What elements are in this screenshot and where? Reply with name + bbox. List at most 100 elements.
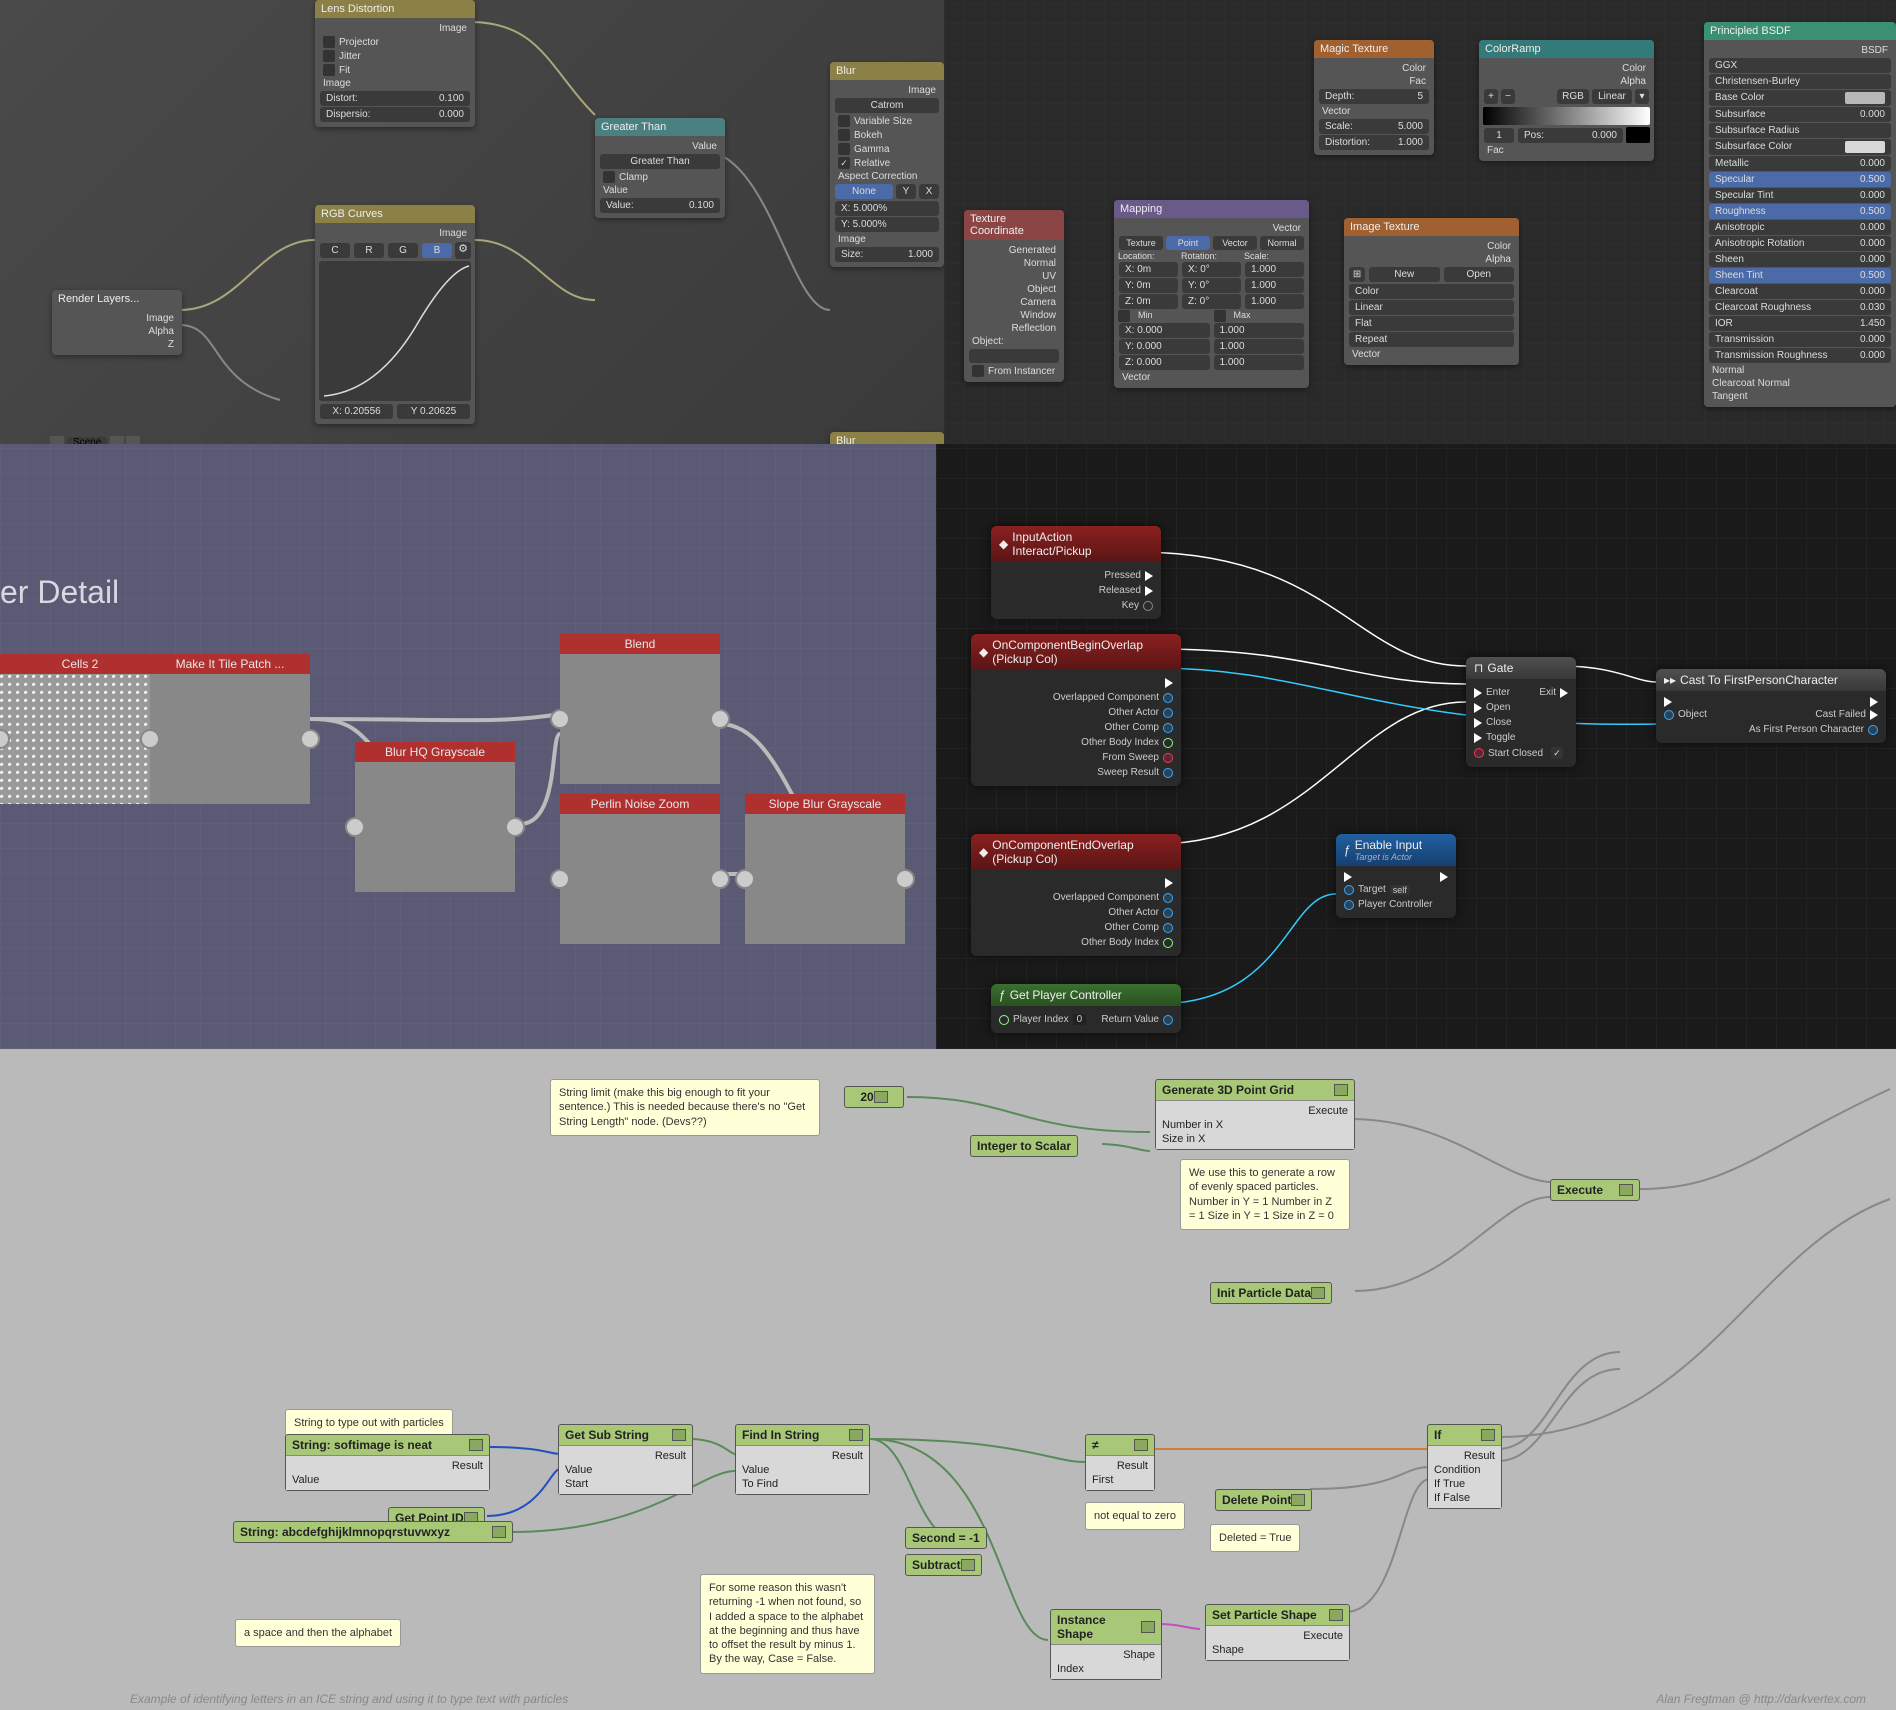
node-not-equal[interactable]: ≠ Result First <box>1085 1434 1155 1491</box>
color-ramp-gradient[interactable] <box>1483 107 1650 125</box>
principled-subsurface[interactable]: Subsurface0.000 <box>1709 107 1891 122</box>
principled-metallic[interactable]: Metallic0.000 <box>1709 156 1891 171</box>
principled-anisotropic[interactable]: Anisotropic0.000 <box>1709 220 1891 235</box>
principled-subsurface-radius[interactable]: Subsurface Radius <box>1709 123 1891 138</box>
dispersion-field[interactable]: Dispersio:0.000 <box>320 107 470 122</box>
curve-x[interactable]: X: 0.20556 <box>320 404 393 419</box>
substance-node-cells[interactable]: Cells 2 <box>0 654 160 804</box>
node-end-overlap[interactable]: ◆OnComponentEndOverlap (Pickup Col) Over… <box>971 834 1181 956</box>
output-port[interactable] <box>895 869 915 889</box>
blur-y[interactable]: Y: 5.000% <box>835 217 939 232</box>
principled-specular-tint[interactable]: Specular Tint0.000 <box>1709 188 1891 203</box>
principled-clearcoat[interactable]: Clearcoat0.000 <box>1709 284 1891 299</box>
node-constant-20[interactable]: 20 <box>844 1086 904 1108</box>
principled-transmission[interactable]: Transmission0.000 <box>1709 332 1891 347</box>
aspect-none[interactable]: None <box>835 184 893 199</box>
curve-tab-c[interactable]: C <box>320 243 350 258</box>
principled-specular[interactable]: Specular0.500 <box>1709 172 1891 187</box>
node-color-ramp[interactable]: ColorRamp Color Alpha + − RGB Linear ▾ 1… <box>1479 40 1654 161</box>
node-init-particle[interactable]: Init Particle Data <box>1210 1282 1332 1304</box>
checkbox-clamp[interactable] <box>603 171 615 183</box>
checkbox-jitter[interactable] <box>323 50 335 62</box>
node-greater-than[interactable]: Greater Than Value Greater Than Clamp Va… <box>595 118 725 218</box>
input-port[interactable] <box>550 709 570 729</box>
node-begin-overlap[interactable]: ◆OnComponentBeginOverlap (Pickup Col) Ov… <box>971 634 1181 786</box>
math-mode-dropdown[interactable]: Greater Than <box>600 154 720 169</box>
input-port[interactable] <box>0 729 10 749</box>
node-string-softimage[interactable]: String: softimage is neat Result Value <box>285 1434 490 1491</box>
image-browse-icon[interactable]: ⊞ <box>1349 267 1365 282</box>
expand-icon[interactable] <box>1334 1084 1348 1096</box>
blur-x[interactable]: X: 5.000% <box>835 201 939 216</box>
new-button[interactable]: New <box>1369 267 1440 282</box>
curve-tab-r[interactable]: R <box>354 243 384 258</box>
input-port[interactable] <box>550 869 570 889</box>
node-execute[interactable]: Execute <box>1550 1179 1640 1201</box>
color-swatch[interactable] <box>1626 127 1650 143</box>
principled-sheen-tint[interactable]: Sheen Tint0.500 <box>1709 268 1891 283</box>
node-get-player-controller[interactable]: ƒGet Player Controller Player Index 0 Re… <box>991 984 1181 1033</box>
extension-dropdown[interactable]: Repeat <box>1349 332 1514 347</box>
interpolation-dropdown[interactable]: Linear <box>1349 300 1514 315</box>
node-if[interactable]: If Result Condition If True If False <box>1427 1424 1502 1509</box>
node-principled-bsdf[interactable]: Principled BSDF BSDF GGX Christensen-Bur… <box>1704 22 1896 407</box>
principled-clearcoat-roughness[interactable]: Clearcoat Roughness0.030 <box>1709 300 1891 315</box>
distribution-dropdown[interactable]: GGX <box>1709 58 1891 73</box>
node-gate[interactable]: ⊓Gate Enter Exit Open Close Toggle Start… <box>1466 657 1576 767</box>
output-port[interactable] <box>300 729 320 749</box>
node-set-particle-shape[interactable]: Set Particle Shape Execute Shape <box>1205 1604 1350 1661</box>
ramp-remove-icon[interactable]: − <box>1501 89 1515 104</box>
node-generate-grid[interactable]: Generate 3D Point Grid Execute Number in… <box>1155 1079 1355 1150</box>
sss-method-dropdown[interactable]: Christensen-Burley <box>1709 74 1891 89</box>
aspect-x[interactable]: X <box>919 184 939 199</box>
open-button[interactable]: Open <box>1444 267 1515 282</box>
node-render-layers[interactable]: Render Layers... Image Alpha Z <box>52 290 182 355</box>
node-lens-distortion[interactable]: Lens Distortion Image Projector Jitter F… <box>315 0 475 127</box>
output-port[interactable] <box>505 817 525 837</box>
principled-subsurface-color[interactable]: Subsurface Color <box>1709 139 1891 155</box>
principled-roughness[interactable]: Roughness0.500 <box>1709 204 1891 219</box>
substance-node-slope[interactable]: Slope Blur Grayscale <box>745 794 905 944</box>
principled-base-color[interactable]: Base Color <box>1709 90 1891 106</box>
projection-dropdown[interactable]: Flat <box>1349 316 1514 331</box>
node-delete-point[interactable]: Delete Point <box>1215 1489 1312 1511</box>
node-magic-texture[interactable]: Magic Texture Color Fac Depth:5 Vector S… <box>1314 40 1434 155</box>
node-subtract[interactable]: Subtract <box>905 1554 982 1576</box>
substance-node-blurhq[interactable]: Blur HQ Grayscale <box>355 742 515 892</box>
output-port[interactable] <box>710 869 730 889</box>
principled-anisotropic-rotation[interactable]: Anisotropic Rotation0.000 <box>1709 236 1891 251</box>
filter-dropdown[interactable]: Catrom <box>835 98 939 113</box>
curve-tools-icon[interactable]: ⚙ <box>455 242 471 259</box>
node-image-texture[interactable]: Image Texture Color Alpha ⊞ New Open Col… <box>1344 218 1519 365</box>
curve-editor[interactable] <box>319 261 471 401</box>
curve-y[interactable]: Y 0.20625 <box>397 404 470 419</box>
expand-icon[interactable] <box>874 1091 888 1103</box>
curve-tab-g[interactable]: G <box>388 243 418 258</box>
principled-sheen[interactable]: Sheen0.000 <box>1709 252 1891 267</box>
input-port[interactable] <box>140 729 160 749</box>
substance-node-tile[interactable]: Make It Tile Patch ... <box>150 654 310 804</box>
node-instance-shape[interactable]: Instance Shape Shape Index <box>1050 1609 1162 1680</box>
node-find-in-string[interactable]: Find In String Result Value To Find <box>735 1424 870 1495</box>
node-mapping[interactable]: Mapping Vector Texture Point Vector Norm… <box>1114 200 1309 388</box>
node-enable-input[interactable]: ƒEnable InputTarget is Actor Target self… <box>1336 834 1456 918</box>
checkbox-fit[interactable] <box>323 64 335 76</box>
checkbox-projector[interactable] <box>323 36 335 48</box>
node-rgb-curves[interactable]: RGB Curves Image C R G B ⚙ X: 0.20556 Y … <box>315 205 475 424</box>
size-field[interactable]: Size:1.000 <box>835 247 939 262</box>
node-cast[interactable]: ▸▸Cast To FirstPersonCharacter Object Ca… <box>1656 669 1886 743</box>
ramp-add-icon[interactable]: + <box>1484 89 1498 104</box>
object-picker[interactable] <box>969 349 1059 363</box>
node-input-action[interactable]: ◆InputAction Interact/Pickup Pressed Rel… <box>991 526 1161 619</box>
aspect-y[interactable]: Y <box>896 184 916 199</box>
node-int-to-scalar[interactable]: Integer to Scalar <box>970 1135 1078 1157</box>
principled-transmission-roughness[interactable]: Transmission Roughness0.000 <box>1709 348 1891 363</box>
node-string-alphabet[interactable]: String: abcdefghijklmnopqrstuvwxyz <box>233 1521 513 1543</box>
input-port[interactable] <box>345 817 365 837</box>
node-blur[interactable]: Blur Image Catrom Variable Size Bokeh Ga… <box>830 62 944 267</box>
substance-node-blend[interactable]: Blend <box>560 634 720 784</box>
node-get-substring[interactable]: Get Sub String Result Value Start <box>558 1424 693 1495</box>
substance-node-perlin[interactable]: Perlin Noise Zoom <box>560 794 720 944</box>
color-space-dropdown[interactable]: Color <box>1349 284 1514 299</box>
chevron-down-icon[interactable]: ▾ <box>1635 89 1649 104</box>
